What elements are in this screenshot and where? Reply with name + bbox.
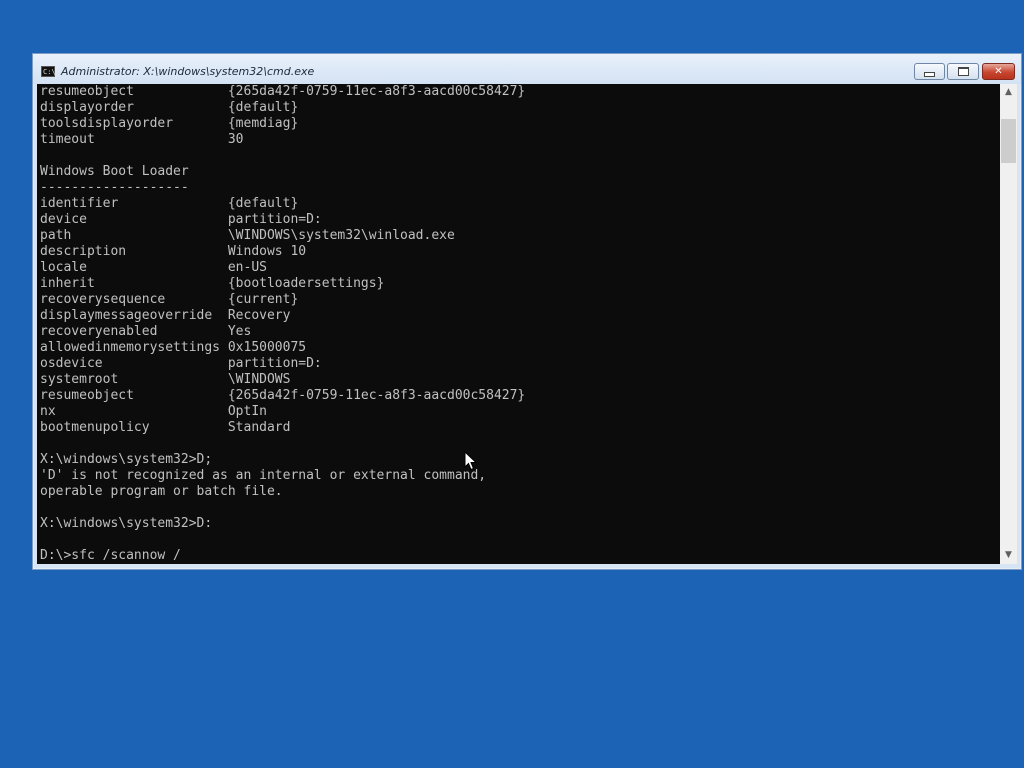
- cmd-icon: C:\.: [41, 66, 60, 77]
- console-line: displaymessageoverride Recovery: [40, 308, 291, 323]
- minimize-button[interactable]: [914, 63, 945, 80]
- scroll-down-icon[interactable]: ▼: [1000, 547, 1017, 564]
- scroll-up-icon[interactable]: ▲: [1000, 84, 1017, 101]
- maximize-button[interactable]: [947, 63, 979, 80]
- console-line: osdevice partition=D:: [40, 356, 322, 371]
- console-line: Windows Boot Loader: [40, 164, 189, 179]
- console-line: nx OptIn: [40, 404, 267, 419]
- vertical-scrollbar[interactable]: ▲ ▼: [1000, 84, 1017, 564]
- console-line: description Windows 10: [40, 244, 307, 259]
- console-line: X:\windows\system32>D:: [40, 516, 213, 531]
- window-title: Administrator: X:\windows\system32\cmd.e…: [61, 65, 315, 78]
- console-line: 'D' is not recognized as an internal or …: [40, 468, 487, 483]
- close-icon: ✕: [994, 66, 1003, 77]
- console-line: D:\>sfc /scannow /: [40, 548, 181, 563]
- mouse-pointer-icon: [464, 451, 478, 471]
- minimize-icon: [924, 72, 935, 77]
- console-line: toolsdisplayorder {memdiag}: [40, 116, 299, 131]
- desktop-background: C:\. Administrator: X:\windows\system32\…: [0, 0, 1024, 768]
- console-line: X:\windows\system32>D;: [40, 452, 213, 467]
- console-line: operable program or batch file.: [40, 484, 283, 499]
- console-line: identifier {default}: [40, 196, 299, 211]
- console-line: inherit {bootloadersettings}: [40, 276, 385, 291]
- scrollbar-thumb[interactable]: [1001, 119, 1016, 163]
- console-line: locale en-US: [40, 260, 267, 275]
- console-line: allowedinmemorysettings 0x15000075: [40, 340, 307, 355]
- console-text: resumeobject {265da42f-0759-11ec-a8f3-aa…: [40, 84, 525, 564]
- console-line: device partition=D:: [40, 212, 322, 227]
- console-line: -------------------: [40, 180, 189, 195]
- console-output[interactable]: resumeobject {265da42f-0759-11ec-a8f3-aa…: [37, 84, 1000, 564]
- console-line: systemroot \WINDOWS: [40, 372, 291, 387]
- console-line: recoverysequence {current}: [40, 292, 299, 307]
- console-line: resumeobject {265da42f-0759-11ec-a8f3-aa…: [40, 388, 526, 403]
- maximize-icon: [957, 67, 969, 76]
- cmd-window[interactable]: C:\. Administrator: X:\windows\system32\…: [32, 53, 1022, 570]
- console-line: displayorder {default}: [40, 100, 299, 115]
- console-line: recoveryenabled Yes: [40, 324, 252, 339]
- console-line: timeout 30: [40, 132, 244, 147]
- close-button[interactable]: ✕: [982, 63, 1015, 80]
- console-line: resumeobject {265da42f-0759-11ec-a8f3-aa…: [40, 84, 526, 99]
- title-bar[interactable]: C:\. Administrator: X:\windows\system32\…: [33, 54, 1021, 84]
- console-line: path \WINDOWS\system32\winload.exe: [40, 228, 455, 243]
- console-line: bootmenupolicy Standard: [40, 420, 291, 435]
